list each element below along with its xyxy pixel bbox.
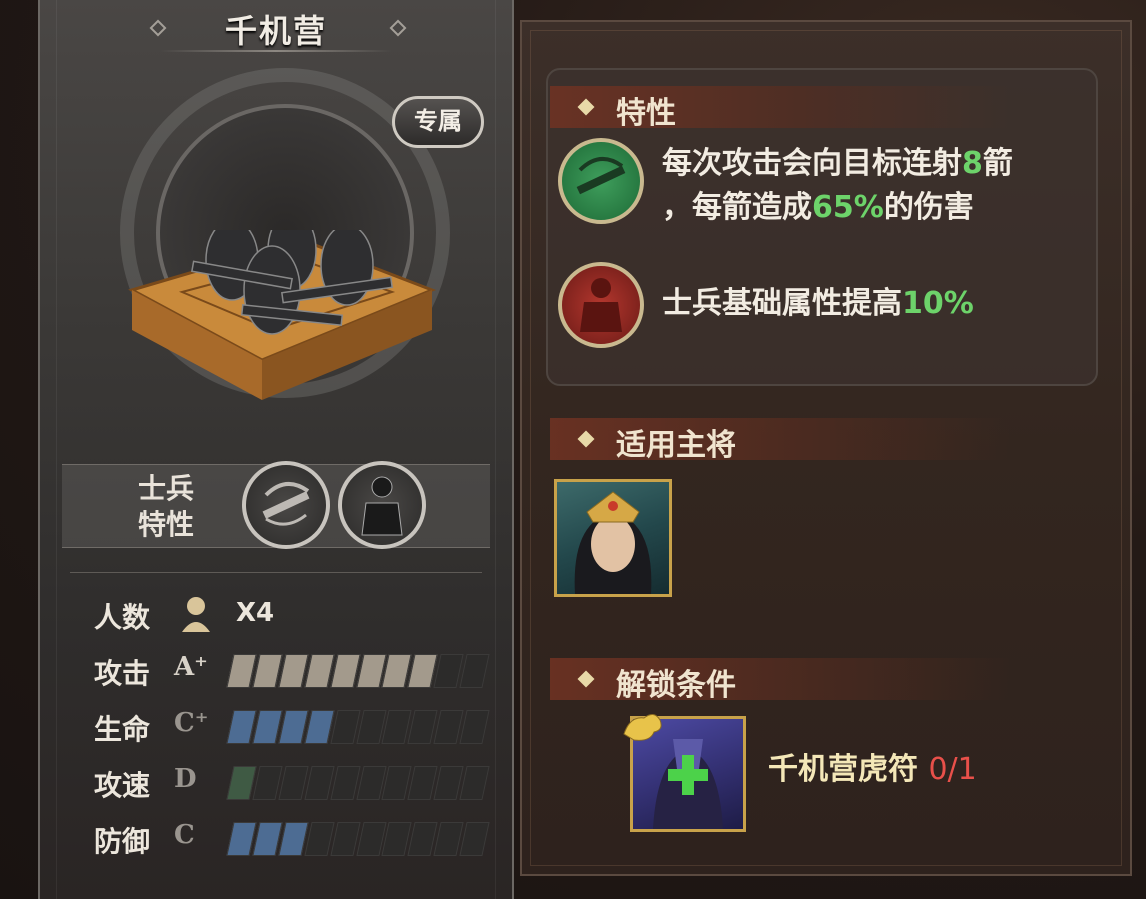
stat-count: 人数 X4 bbox=[94, 594, 494, 634]
count-value: X4 bbox=[236, 598, 275, 628]
stat-bar-segment bbox=[459, 710, 490, 744]
stat-bar-segment bbox=[330, 822, 361, 856]
detail-panel: 特性 每次攻击会向目标连射8箭 ，每箭造成65%的伤害 士兵基础属性提高10% … bbox=[520, 20, 1132, 876]
stat-bar-segment bbox=[304, 766, 335, 800]
crossbow-icon[interactable] bbox=[558, 138, 644, 224]
stat-bar bbox=[226, 766, 490, 800]
stat-row: 生命 C⁺ bbox=[94, 706, 494, 746]
stat-label: 攻击 bbox=[94, 657, 151, 690]
soldier-icon[interactable] bbox=[338, 461, 426, 549]
stat-bar-segment bbox=[278, 654, 309, 688]
stat-bar-segment bbox=[304, 654, 335, 688]
unlock-header: 解锁条件 bbox=[550, 658, 1010, 703]
stat-bar-segment bbox=[459, 766, 490, 800]
unit-panel: 千机营 专属 士兵 特性 人数 X4 攻击 A⁺ 生命 C⁺ 攻速 D 防御 C bbox=[38, 0, 514, 899]
stat-bar-segment bbox=[226, 822, 257, 856]
stat-grade: C bbox=[174, 820, 195, 850]
stat-bar-segment bbox=[433, 822, 464, 856]
unit-model-image bbox=[128, 230, 437, 400]
person-icon bbox=[182, 597, 210, 632]
stat-bar-segment bbox=[226, 654, 257, 688]
stat-bar-segment bbox=[433, 654, 464, 688]
stat-bar-segment bbox=[252, 766, 283, 800]
stat-row: 攻速 D bbox=[94, 762, 494, 802]
stat-bar-segment bbox=[252, 654, 283, 688]
stat-bar-segment bbox=[304, 822, 335, 856]
tiger-token-icon bbox=[623, 714, 662, 741]
stat-label: 生命 bbox=[94, 713, 151, 746]
feature-text-2: 士兵基础属性提高10% bbox=[662, 286, 974, 321]
stat-bar bbox=[226, 822, 490, 856]
stat-bar-segment bbox=[252, 710, 283, 744]
stat-bar-segment bbox=[226, 710, 257, 744]
title-divider bbox=[160, 50, 392, 52]
stat-grade: C⁺ bbox=[174, 708, 209, 738]
stat-bar-segment bbox=[433, 710, 464, 744]
stat-bar-segment bbox=[433, 766, 464, 800]
stat-bar-segment bbox=[278, 766, 309, 800]
stat-bar-segment bbox=[278, 822, 309, 856]
stat-bar-segment bbox=[330, 710, 361, 744]
stat-bar-segment bbox=[330, 654, 361, 688]
generals-header: 适用主将 bbox=[550, 418, 1010, 463]
traits-label: 士兵 特性 bbox=[137, 472, 194, 541]
count-label: 人数 bbox=[94, 601, 151, 634]
stat-bar bbox=[226, 654, 490, 688]
stat-grade: D bbox=[174, 764, 197, 794]
stat-bar-segment bbox=[226, 766, 257, 800]
stat-label: 防御 bbox=[94, 825, 151, 858]
stat-bar-segment bbox=[459, 654, 490, 688]
stat-label: 攻速 bbox=[94, 769, 151, 802]
stat-bar bbox=[226, 710, 490, 744]
exclusive-badge: 专属 bbox=[392, 96, 484, 148]
unit-name: 千机营 bbox=[224, 12, 327, 50]
stat-row: 防御 C bbox=[94, 818, 494, 858]
soldier-icon[interactable] bbox=[558, 262, 644, 348]
stat-bar-segment bbox=[459, 822, 490, 856]
soldier-traits-bar: 士兵 特性 bbox=[62, 461, 490, 549]
feature-text-1: 每次攻击会向目标连射8箭 ，每箭造成65%的伤害 bbox=[662, 146, 1013, 225]
features-header: 特性 bbox=[550, 86, 1010, 131]
stat-bar-segment bbox=[252, 822, 283, 856]
stat-bar-segment bbox=[304, 710, 335, 744]
general-portrait[interactable] bbox=[554, 479, 672, 597]
crossbow-icon[interactable] bbox=[242, 461, 330, 549]
stat-bar-segment bbox=[330, 766, 361, 800]
section-diamond-icon bbox=[577, 430, 595, 448]
section-diamond-icon bbox=[577, 98, 595, 116]
stat-row: 攻击 A⁺ bbox=[94, 650, 494, 690]
unlock-requirement: 千机营虎符 0/1 bbox=[768, 752, 977, 787]
stats-divider bbox=[70, 572, 482, 573]
stat-grade: A⁺ bbox=[174, 652, 208, 682]
section-diamond-icon bbox=[577, 670, 595, 688]
stat-bar-segment bbox=[278, 710, 309, 744]
